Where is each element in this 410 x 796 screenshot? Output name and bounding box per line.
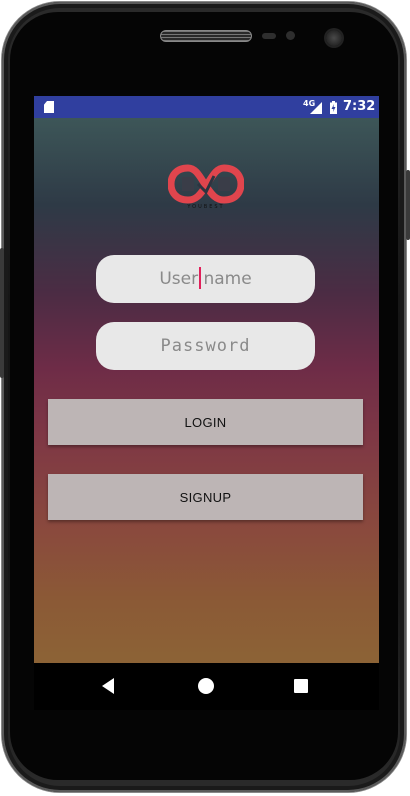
battery-charging-icon [330, 101, 337, 114]
home-circle-icon[interactable] [198, 678, 214, 694]
clock-time: 7:32 [343, 99, 376, 114]
front-camera-icon [326, 30, 342, 46]
signup-button-label: SIGNUP [179, 489, 232, 505]
username-placeholder: User name [159, 267, 252, 289]
recents-square-icon[interactable] [294, 679, 308, 693]
password-placeholder-text: Password [160, 336, 251, 356]
status-bar: 4G 7:32 [34, 96, 379, 118]
sd-card-icon [44, 101, 54, 113]
cell-signal-icon [310, 102, 322, 114]
infinity-logo-icon [167, 164, 245, 204]
brand-text: YOUBEST [187, 204, 225, 210]
login-button-label: LOGIN [184, 414, 227, 430]
login-screen: YOUBEST User name Password LOGIN SIGNUP [34, 118, 379, 663]
screen: 4G 7:32 YOUBEST User name Password LOGIN… [34, 96, 379, 710]
username-field[interactable]: User name [96, 255, 315, 303]
proximity-sensor-icon [262, 33, 276, 39]
volume-button[interactable] [0, 248, 4, 378]
username-placeholder-text: User name [159, 269, 252, 289]
text-cursor [199, 267, 202, 289]
power-button[interactable] [406, 170, 410, 240]
speaker-grille-icon [160, 30, 252, 42]
login-button[interactable]: LOGIN [48, 399, 363, 445]
light-sensor-icon [286, 31, 295, 40]
navigation-bar [34, 663, 379, 710]
signup-button[interactable]: SIGNUP [48, 474, 363, 520]
app-logo: YOUBEST [167, 162, 245, 214]
back-triangle-icon[interactable] [102, 678, 114, 694]
phone-device: 4G 7:32 YOUBEST User name Password LOGIN… [0, 0, 410, 796]
password-field[interactable]: Password [96, 322, 315, 370]
